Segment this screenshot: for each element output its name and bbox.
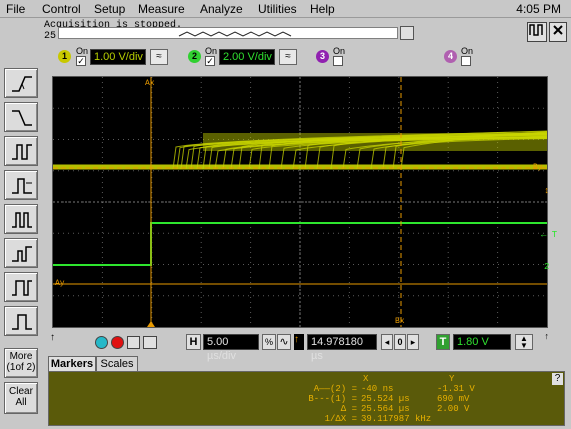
- channel-1-coupling-button[interactable]: ≈: [150, 49, 168, 65]
- channel-1-scale[interactable]: 1.00 V/div: [90, 49, 146, 65]
- menu-control[interactable]: Control: [42, 2, 81, 16]
- trigger-arrow-icon[interactable]: ↕: [544, 186, 549, 196]
- marker-ax-label: Ax: [145, 79, 155, 88]
- clear-label: Clear: [5, 386, 37, 397]
- marker-row-y: 2.00 V: [437, 404, 469, 414]
- marker-row-label: A——(2) =: [299, 384, 357, 394]
- delay-left-button[interactable]: ◂: [381, 334, 393, 350]
- menu-file[interactable]: File: [6, 2, 25, 16]
- close-icon[interactable]: [549, 22, 567, 42]
- marker-row-x: 39.117987 kHz: [361, 414, 431, 424]
- menu-analyze[interactable]: Analyze: [200, 2, 243, 16]
- setup-hold-trigger-button[interactable]: [4, 272, 38, 302]
- pattern-trigger-button[interactable]: [4, 170, 38, 200]
- horizontal-icon[interactable]: H: [186, 334, 201, 350]
- graticule-grid: [53, 77, 547, 327]
- trigger-icon[interactable]: T: [436, 334, 450, 350]
- markers-panel: X Y ? A——(2) = -40 ns -1.31 V B---(1) = 25.5…: [48, 371, 565, 426]
- layout-icon[interactable]: [527, 22, 547, 42]
- marker-row-y: -1.31 V: [437, 384, 475, 394]
- pulse-width-button[interactable]: [4, 136, 38, 166]
- menu-utilities[interactable]: Utilities: [258, 2, 297, 16]
- more-page-label: (1of 2): [5, 362, 37, 373]
- markers-header-x: X: [363, 374, 368, 384]
- trigger-level-spinner[interactable]: ▲ ▼: [515, 334, 533, 350]
- menu-setup[interactable]: Setup: [94, 2, 125, 16]
- channel-2-scale[interactable]: 2.00 V/div: [219, 49, 275, 65]
- acquisition-strip[interactable]: [58, 27, 398, 39]
- clear-all-button[interactable]: Clear All: [4, 382, 38, 414]
- marker-a-triangle: [147, 321, 155, 327]
- marker-row-label: 1/ΔX =: [299, 414, 357, 424]
- menu-bar: File Control Setup Measure Analyze Utili…: [0, 0, 571, 18]
- help-button[interactable]: ?: [552, 373, 563, 385]
- channel-2-icon[interactable]: 2: [188, 50, 201, 63]
- glitch-trigger-button[interactable]: [4, 204, 38, 234]
- marker-by-label: By: [533, 163, 543, 172]
- marker-row-x: -40 ns: [361, 384, 393, 394]
- markers-header-y: Y: [449, 374, 454, 384]
- clock: 4:05 PM: [516, 2, 561, 16]
- channel-2-on-label: On: [205, 46, 217, 56]
- left-scroll-icon[interactable]: ↑: [50, 332, 55, 343]
- waveform-display[interactable]: Ax Bx Ay By: [52, 76, 548, 328]
- channel-1-trace-band: [203, 133, 547, 151]
- channel-2-checkbox[interactable]: ✓: [205, 56, 215, 66]
- channel-1-on-label: On: [76, 46, 88, 56]
- run-icon[interactable]: [95, 336, 108, 349]
- delay-zero-button[interactable]: 0: [394, 334, 406, 350]
- single-icon[interactable]: [127, 336, 140, 349]
- marker-bx-label: Bx: [395, 317, 405, 326]
- channel-4-on-label: On: [461, 46, 473, 56]
- more-button[interactable]: More (1of 2): [4, 348, 38, 378]
- channel-2-trace-label: 2: [544, 262, 549, 272]
- marker-row-x: 25.524 µs: [361, 394, 410, 404]
- marker-row-label: B---(1) =: [299, 394, 357, 404]
- runt-trigger-button[interactable]: [4, 238, 38, 268]
- trigger-level-value[interactable]: 1.80 V: [453, 334, 511, 350]
- falling-edge-trigger-button[interactable]: [4, 102, 38, 132]
- right-scroll-icon[interactable]: ↑: [544, 332, 549, 342]
- timeout-trigger-button[interactable]: [4, 306, 38, 336]
- menu-measure[interactable]: Measure: [138, 2, 185, 16]
- bottom-tabs: Markers Scales: [48, 356, 188, 372]
- rising-edge-trigger-button[interactable]: [4, 68, 38, 98]
- channel-4-icon[interactable]: 4: [444, 50, 457, 63]
- delay-marker-icon: ↑: [294, 334, 304, 350]
- stop-icon[interactable]: [111, 336, 124, 349]
- marker-ay-label: Ay: [55, 279, 65, 288]
- marker-row-y: 690 mV: [437, 394, 469, 404]
- trigger-level-label: ← T: [541, 230, 557, 240]
- fine-adjust-icon[interactable]: ∿: [277, 334, 291, 350]
- print-icon[interactable]: [143, 336, 157, 349]
- marker-row-x: 25.564 µs: [361, 404, 410, 414]
- strip-toggle-icon[interactable]: [400, 26, 414, 40]
- channel-2-coupling-button[interactable]: ≈: [279, 49, 297, 65]
- clear-all-label: All: [5, 397, 37, 408]
- timebase-scale[interactable]: 5.00 µs/div: [203, 334, 259, 350]
- menu-help[interactable]: Help: [310, 2, 335, 16]
- channel-1-icon[interactable]: 1: [58, 50, 71, 63]
- channel-3-on-label: On: [333, 46, 345, 56]
- percent-button[interactable]: %: [262, 334, 276, 350]
- channel-3-icon[interactable]: 3: [316, 50, 329, 63]
- delay-right-button[interactable]: ▸: [407, 334, 419, 350]
- channel-3-checkbox[interactable]: [333, 56, 343, 66]
- channel-4-checkbox[interactable]: [461, 56, 471, 66]
- marker-row-label: Δ =: [299, 404, 357, 414]
- timebase-delay[interactable]: 14.978180 µs: [307, 334, 377, 350]
- more-label: More: [5, 351, 37, 362]
- channel-1-checkbox[interactable]: ✓: [76, 56, 86, 66]
